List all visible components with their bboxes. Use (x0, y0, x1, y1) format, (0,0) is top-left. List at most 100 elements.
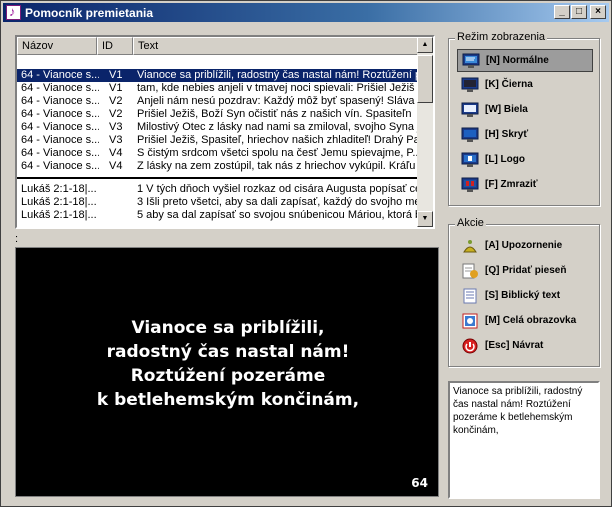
title-bar[interactable]: Pomocník premietania _ □ × (3, 3, 609, 22)
row-name: 64 - Vianoce s... (21, 147, 99, 159)
close-button[interactable]: × (590, 5, 606, 19)
return-icon (461, 338, 479, 354)
list-header: Názov ID Text (17, 37, 419, 55)
app-window: Pomocník premietania _ □ × Názov ID Text… (0, 0, 612, 507)
row-name: Lukáš 2:1-18|... (21, 196, 97, 208)
row-name: Lukáš 2:1-18|... (21, 183, 97, 195)
music-note-icon (6, 4, 21, 20)
table-row[interactable]: 64 - Vianoce s... V2 Prišiel Ježiš, Boží S… (17, 108, 419, 121)
row-text: Prišiel Ježiš, Boží Syn očistiť nás z na… (137, 108, 412, 120)
monitor-white-icon (461, 102, 479, 118)
monitor-freeze-icon (461, 177, 479, 193)
monitor-normal-icon (462, 53, 480, 69)
row-name: 64 - Vianoce s... (21, 82, 99, 94)
column-header-text[interactable]: Text (133, 37, 419, 55)
preview-text: Vianoce sa priblížili, radostný čas nasta… (16, 316, 440, 412)
status-label: : (15, 233, 19, 245)
row-id: V1 (109, 82, 123, 94)
display-mode-title: Režim zobrazenia (455, 31, 548, 43)
maximize-button[interactable]: □ (571, 5, 587, 19)
minimize-button[interactable]: _ (554, 5, 570, 19)
row-text: Milostivý Otec z lásky nad nami sa zmilo… (137, 121, 417, 133)
row-text: Prišiel Ježiš, Spasiteľ, hriechov našich… (137, 134, 417, 146)
preview-line: Vianoce sa priblížili, (131, 318, 325, 338)
table-row[interactable]: 64 - Vianoce s... V3 Prišiel Ježiš, Spasit… (17, 134, 419, 147)
row-text: tam, kde nebies anjeli v tmavej noci spi… (137, 82, 415, 94)
row-id: V4 (109, 147, 123, 159)
alert-icon (461, 238, 479, 254)
display-mode-button-1[interactable]: [N] Normálne (457, 49, 593, 72)
table-row[interactable]: 64 - Vianoce s... V3 Milostivý Otec z lásk… (17, 121, 419, 134)
row-text: 3 Išli preto všetci, aby sa dali zapísať… (137, 196, 417, 208)
table-row[interactable]: 64 - Vianoce s... V4 Z lásky na zem zostúp… (17, 160, 419, 173)
table-row[interactable]: 64 - Vianoce s... V2 Anjeli nám nesú pozdr… (17, 95, 419, 108)
button-label: [Esc] Návrat (485, 340, 544, 351)
current-slide-textbox[interactable]: Vianoce sa priblížili, radostný čas nast… (448, 381, 600, 499)
button-label: [W] Biela (485, 104, 528, 115)
actions-title: Akcie (455, 217, 486, 229)
button-label: [M] Celá obrazovka (485, 315, 577, 326)
display-mode-button-3[interactable]: [W] Biela (457, 99, 593, 122)
bible-text-icon (461, 288, 479, 304)
row-name: 64 - Vianoce s... (21, 134, 99, 146)
scroll-up-button[interactable]: ▲ (417, 37, 433, 53)
row-name: 64 - Vianoce s... (21, 95, 99, 107)
window-title: Pomocník premietania (25, 6, 154, 20)
list-scrollbar[interactable]: ▲ ▼ (417, 37, 433, 227)
row-name: 64 - Vianoce s... (21, 121, 99, 133)
table-row[interactable]: 64 - Vianoce s... V4 S čistým srdcom všetc… (17, 147, 419, 160)
row-name: 64 - Vianoce s... (21, 108, 99, 120)
preview-line: k betlehemským končinám, (96, 390, 360, 410)
button-label: [A] Upozornenie (485, 240, 563, 251)
button-label: [L] Logo (485, 154, 525, 165)
row-id: V3 (109, 121, 123, 133)
actions-button-4[interactable]: [M] Celá obrazovka (457, 310, 593, 333)
row-text: Vianoce sa priblížili, radostný čas nast… (137, 69, 417, 81)
row-id: V2 (109, 95, 123, 107)
row-text: 5 aby sa dal zapísať so svojou snúbenico… (137, 209, 417, 221)
scroll-down-button[interactable]: ▼ (417, 211, 433, 227)
display-mode-button-4[interactable]: [H] Skryť (457, 124, 593, 147)
button-label: [Q] Pridať pieseň (485, 265, 567, 276)
preview-song-number: 64 (411, 476, 428, 490)
add-song-icon (461, 263, 479, 279)
slides-list[interactable]: Názov ID Text 64 - Vianoce s... V1 Vianoce… (15, 35, 435, 229)
table-row[interactable]: 64 - Vianoce s... V1 tam, kde nebies anjel… (17, 82, 419, 95)
table-row[interactable]: Lukáš 2:1-18|... 3 Išli preto všetci, aby… (17, 196, 419, 209)
row-id: V4 (109, 160, 123, 172)
display-mode-group: Režim zobrazenia [N] Normálne [K] Čierna [… (448, 31, 600, 206)
actions-button-2[interactable]: [Q] Pridať pieseň (457, 260, 593, 283)
display-mode-button-2[interactable]: [K] Čierna (457, 74, 593, 97)
table-row[interactable]: Lukáš 2:1-18|... 5 aby sa dal zapísať so … (17, 209, 419, 222)
fullscreen-icon (461, 313, 479, 329)
row-text: S čistým srdcom všetci spolu na česť Jem… (137, 147, 417, 159)
monitor-black-icon (461, 77, 479, 93)
row-name: 64 - Vianoce s... (21, 160, 99, 172)
scroll-thumb[interactable] (417, 55, 433, 103)
column-header-name[interactable]: Názov (17, 37, 97, 55)
table-row[interactable]: Lukáš 2:1-18|... 1 V tých dňoch vyšiel ro… (17, 183, 419, 196)
row-id: V2 (109, 108, 123, 120)
table-row[interactable]: 64 - Vianoce s... V1 Vianoce sa priblížili… (17, 69, 419, 82)
button-label: [K] Čierna (485, 79, 533, 90)
row-name: 64 - Vianoce s... (21, 69, 99, 81)
actions-button-3[interactable]: [S] Biblický text (457, 285, 593, 308)
actions-button-1[interactable]: [A] Upozornenie (457, 235, 593, 258)
button-label: [N] Normálne (486, 55, 549, 66)
row-name: Lukáš 2:1-18|... (21, 209, 97, 221)
row-id: V3 (109, 134, 123, 146)
monitor-logo-icon (461, 152, 479, 168)
display-mode-button-5[interactable]: [L] Logo (457, 149, 593, 172)
preview-line: radostný čas nastal nám! (106, 342, 350, 362)
actions-group: Akcie [A] Upozornenie [Q] Pridať pieseň [S… (448, 217, 600, 367)
row-text: 1 V tých dňoch vyšiel rozkaz od cisára A… (137, 183, 417, 195)
row-text: Anjeli nám nesú pozdrav: Každý môž byť s… (137, 95, 415, 107)
actions-button-5[interactable]: [Esc] Návrat (457, 335, 593, 358)
display-mode-button-6[interactable]: [F] Zmraziť (457, 174, 593, 197)
row-id: V1 (109, 69, 123, 81)
preview-line: Roztúžení pozeráme (130, 366, 326, 386)
column-header-id[interactable]: ID (97, 37, 133, 55)
section-divider (17, 177, 419, 179)
monitor-hide-icon (461, 127, 479, 143)
row-text: Z lásky na zem zostúpil, tak nás z hriec… (137, 160, 417, 172)
